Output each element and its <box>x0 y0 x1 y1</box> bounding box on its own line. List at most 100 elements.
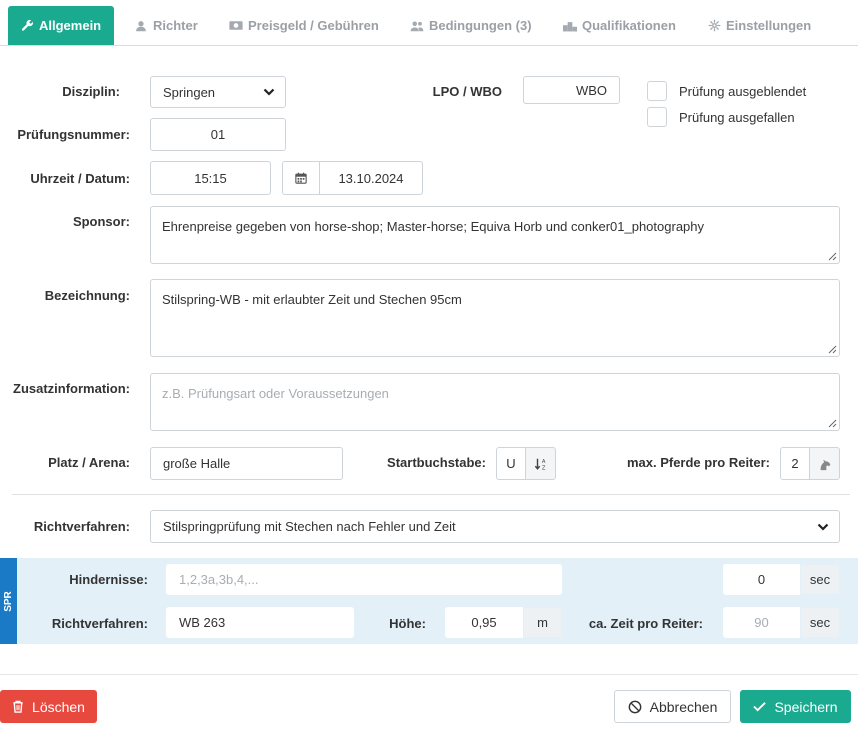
sec-addon: sec <box>800 564 840 595</box>
chevron-down-icon <box>263 88 275 96</box>
hindernisse-placeholder: 1,2,3a,3b,4,... <box>179 572 259 587</box>
sponsor-value: Ehrenpreise gegeben von horse-shop; Mast… <box>162 219 705 234</box>
chevron-down-icon <box>817 523 829 531</box>
sort-alpha-icon: AZ <box>534 458 545 471</box>
save-button[interactable]: Speichern <box>740 690 851 723</box>
sponsor-textarea[interactable]: Ehrenpreise gegeben von horse-shop; Mast… <box>150 206 840 264</box>
hindernisse-input[interactable]: 1,2,3a,3b,4,... <box>166 564 562 595</box>
tab-allgemein[interactable]: Allgemein <box>8 6 114 45</box>
cancel-button[interactable]: Abbrechen <box>614 690 731 723</box>
zeit-input[interactable]: 90 <box>723 607 800 638</box>
bezeichnung-textarea[interactable]: Stilspring-WB - mit erlaubter Zeit und S… <box>150 279 840 357</box>
datum-input[interactable]: 13.10.2024 <box>319 161 423 195</box>
uhrzeit-input[interactable]: 15:15 <box>150 161 271 195</box>
meter-addon: m <box>523 607 562 638</box>
meter-unit: m <box>537 615 548 630</box>
zeit-sec-unit: sec <box>809 615 831 630</box>
check-icon <box>753 702 767 712</box>
zusatz-textarea[interactable]: z.B. Prüfungsart oder Voraussetzungen <box>150 373 840 431</box>
startbuchstabe-label: Startbuchstabe: <box>387 455 486 470</box>
lpo-value: WBO <box>575 82 607 98</box>
users-icon <box>410 19 424 33</box>
horse-icon <box>820 459 830 470</box>
resize-handle-icon[interactable] <box>828 419 837 428</box>
pruefungsnummer-input[interactable]: 01 <box>150 118 286 151</box>
resize-handle-icon[interactable] <box>828 345 837 354</box>
spr-richtverfahren-input[interactable]: WB 263 <box>166 607 354 638</box>
svg-text:Z: Z <box>541 465 545 471</box>
disziplin-value: Springen <box>163 84 216 100</box>
tab-einstellungen[interactable]: Einstellungen <box>707 6 811 45</box>
pruefungsnummer-label: Prüfungsnummer: <box>17 127 130 142</box>
ausgeblendet-label: Prüfung ausgeblendet <box>679 83 807 99</box>
startbuchstabe-input[interactable]: U <box>496 447 526 480</box>
max-pferde-input[interactable]: 2 <box>780 447 810 480</box>
platz-label: Platz / Arena: <box>48 455 130 470</box>
bezeichnung-label: Bezeichnung: <box>44 288 130 303</box>
uhrzeit-label: Uhrzeit / Datum: <box>30 171 130 186</box>
gear-icon <box>707 19 721 33</box>
startbuchstabe-value: U <box>506 456 516 471</box>
delete-label: Löschen <box>32 698 85 715</box>
lpo-label: LPO / WBO <box>432 84 502 99</box>
zusatz-label: Zusatzinformation: <box>13 381 130 396</box>
max-pferde-value: 2 <box>791 456 799 471</box>
richtverfahren-label: Richtverfahren: <box>33 519 130 534</box>
ausgefallen-label: Prüfung ausgefallen <box>679 109 795 125</box>
uhrzeit-value: 15:15 <box>194 170 227 186</box>
tab-preisgeld[interactable]: Preisgeld / Gebühren <box>229 6 379 45</box>
spr-richtverfahren-label: Richtverfahren: <box>51 616 148 631</box>
tab-bedingungen[interactable]: Bedingungen (3) <box>410 6 532 45</box>
tab-label: Einstellungen <box>726 18 812 33</box>
tab-label: Richter <box>153 18 198 33</box>
ausgefallen-checkbox[interactable] <box>647 107 667 127</box>
disziplin-select[interactable]: Springen <box>150 76 286 108</box>
podium-icon <box>563 19 577 33</box>
resize-handle-icon[interactable] <box>828 252 837 261</box>
ausgeblendet-checkbox[interactable] <box>647 81 667 101</box>
platz-value: große Halle <box>163 456 231 471</box>
judge-icon <box>134 19 148 33</box>
wrench-icon <box>20 19 34 33</box>
hoehe-value: 0,95 <box>471 615 497 630</box>
tab-qualifikationen[interactable]: Qualifikationen <box>563 6 676 45</box>
cancel-label: Abbrechen <box>649 698 718 715</box>
calendar-icon <box>295 172 307 184</box>
sort-button[interactable]: AZ <box>525 447 556 480</box>
hindernisse-sec-input[interactable]: 0 <box>723 564 800 595</box>
zeit-label: ca. Zeit pro Reiter: <box>588 616 703 631</box>
max-pferde-label: max. Pferde pro Reiter: <box>626 455 770 470</box>
hoehe-input[interactable]: 0,95 <box>445 607 523 638</box>
calendar-button[interactable] <box>282 161 320 195</box>
pruefungsnummer-value: 01 <box>210 127 226 142</box>
trash-icon <box>13 700 23 713</box>
save-label: Speichern <box>774 698 838 715</box>
disziplin-label: Disziplin: <box>62 84 120 99</box>
footer-divider <box>0 674 858 675</box>
tab-label: Qualifikationen <box>582 18 676 33</box>
ausgeblendet-check[interactable]: Prüfung ausgeblendet <box>647 81 806 101</box>
hindernisse-sec-value: 0 <box>757 572 766 587</box>
hindernisse-label: Hindernisse: <box>69 572 148 587</box>
spr-tab: SPR <box>0 558 17 644</box>
section-divider <box>12 494 850 495</box>
tab-richter[interactable]: Richter <box>134 6 198 45</box>
sec-unit: sec <box>809 572 831 587</box>
platz-input[interactable]: große Halle <box>150 447 343 480</box>
ausgefallen-check[interactable]: Prüfung ausgefallen <box>647 107 795 127</box>
tab-label: Allgemein <box>39 18 102 33</box>
richtverfahren-value: Stilspringprüfung mit Stechen nach Fehle… <box>163 519 456 534</box>
horse-addon <box>809 447 840 480</box>
delete-button[interactable]: Löschen <box>0 690 97 723</box>
svg-text:A: A <box>541 459 545 465</box>
bezeichnung-value: Stilspring-WB - mit erlaubter Zeit und S… <box>162 292 462 307</box>
lpo-input[interactable]: WBO <box>523 76 620 104</box>
zeit-placeholder: 90 <box>754 615 769 630</box>
money-icon <box>229 19 243 33</box>
spr-richtverfahren-value: WB 263 <box>179 615 226 630</box>
zeit-sec-addon: sec <box>800 607 840 638</box>
tab-bar: Allgemein Richter Preisgeld / Gebühren B… <box>0 0 858 46</box>
tab-label: Bedingungen (3) <box>429 18 532 33</box>
richtverfahren-select[interactable]: Stilspringprüfung mit Stechen nach Fehle… <box>150 510 840 543</box>
spr-tab-label: SPR <box>3 590 14 612</box>
